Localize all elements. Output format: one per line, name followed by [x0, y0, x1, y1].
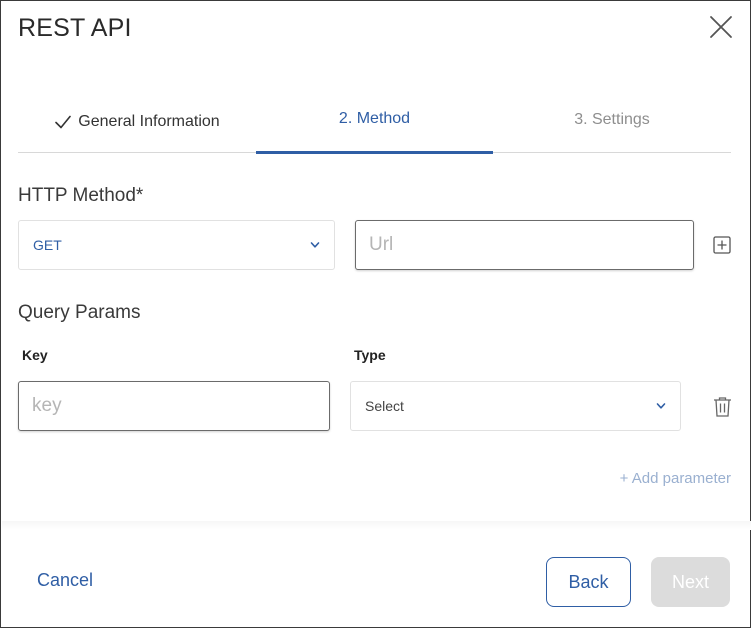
check-icon	[55, 115, 72, 129]
close-icon[interactable]	[708, 14, 734, 40]
tab-settings[interactable]: 3. Settings	[493, 91, 731, 152]
wizard-tabs: General Information 2. Method 3. Setting…	[18, 91, 731, 154]
footer-divider	[2, 521, 751, 530]
url-input[interactable]	[355, 220, 694, 270]
tab-label: 3. Settings	[574, 110, 650, 128]
http-method-label: HTTP Method*	[18, 185, 144, 206]
key-input[interactable]	[18, 381, 330, 431]
http-method-select[interactable]: GET	[18, 220, 335, 270]
type-column-header: Type	[354, 347, 386, 363]
back-button[interactable]: Back	[546, 557, 631, 607]
query-params-label: Query Params	[18, 302, 141, 323]
next-button[interactable]: Next	[651, 557, 730, 607]
chevron-down-icon	[656, 403, 666, 409]
tab-label: 2. Method	[338, 109, 411, 127]
type-select-value: Select	[365, 398, 404, 414]
tab-general-information[interactable]: General Information	[18, 91, 256, 152]
dialog-title: REST API	[18, 14, 132, 42]
rest-api-dialog: REST API General Information 2. Method 3…	[0, 0, 751, 628]
http-method-value: GET	[33, 237, 62, 253]
cancel-button[interactable]: Cancel	[37, 570, 93, 591]
key-column-header: Key	[22, 347, 48, 363]
tab-label: General Information	[78, 113, 220, 130]
tab-method[interactable]: 2. Method	[256, 91, 493, 154]
chevron-down-icon	[310, 242, 320, 248]
trash-icon[interactable]	[713, 396, 732, 417]
add-parameter-link[interactable]: + Add parameter	[561, 470, 731, 487]
type-select[interactable]: Select	[350, 381, 681, 431]
add-url-icon[interactable]	[713, 236, 731, 254]
